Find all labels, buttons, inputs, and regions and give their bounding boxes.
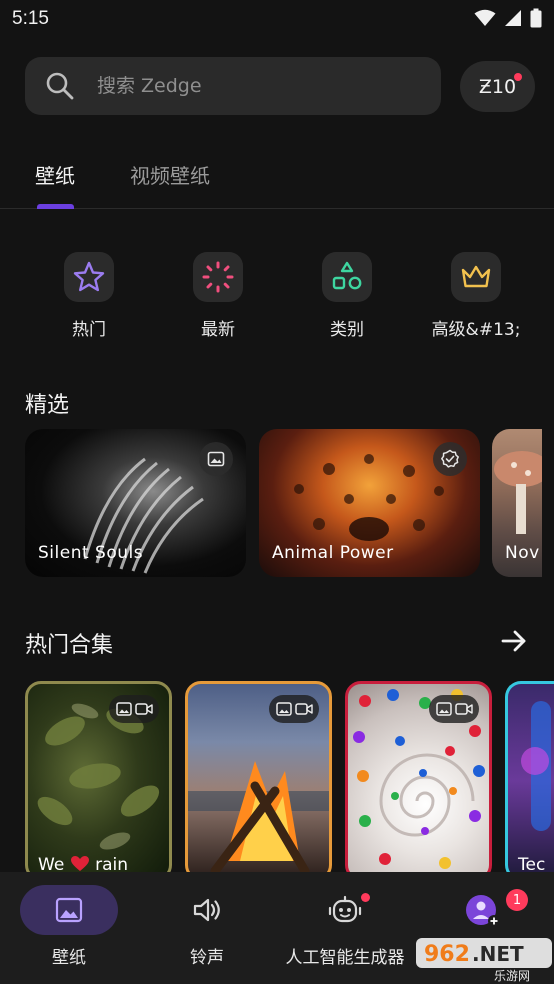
collections-title: 热门合集	[25, 633, 114, 658]
svg-text:乐游网: 乐游网	[494, 969, 530, 982]
image-icon	[115, 702, 132, 716]
image-badge	[199, 442, 233, 476]
svg-text:962: 962	[424, 942, 470, 967]
nav-wallpapers[interactable]: 壁纸	[0, 872, 138, 984]
video-icon	[134, 703, 153, 715]
svg-text:.NET: .NET	[472, 942, 524, 966]
shapes-icon	[332, 261, 362, 290]
battery-icon	[530, 8, 542, 28]
nav-ai-generator[interactable]: 人工智能生成器	[276, 872, 414, 984]
wifi-icon	[474, 9, 496, 26]
wallpaper-icon	[55, 897, 83, 923]
category-label: 热门	[72, 320, 106, 340]
nav-label: 壁纸	[52, 948, 86, 968]
speaker-icon	[193, 898, 220, 922]
featured-card-partial[interactable]: Nov	[492, 429, 542, 577]
featured-card-silent-souls[interactable]: Silent Souls	[25, 429, 246, 577]
watermark-logo: 962 .NET 乐游网	[416, 938, 552, 982]
robot-icon	[328, 895, 362, 923]
image-icon	[435, 702, 452, 716]
count-badge: 1	[506, 889, 528, 911]
video-icon	[294, 703, 313, 715]
tab-indicator	[37, 204, 74, 209]
nav-label: 铃声	[190, 948, 224, 968]
image-icon	[275, 702, 292, 716]
video-badge	[269, 695, 319, 723]
category-label: 高级&#13;	[431, 320, 521, 340]
featured-card-title: Nov	[505, 543, 540, 563]
category-premium[interactable]: 高级&#13;	[421, 252, 531, 340]
tab-bar: 壁纸 视频壁纸	[0, 150, 554, 209]
category-label: 最新	[201, 320, 235, 340]
tab-wallpapers[interactable]: 壁纸	[35, 160, 75, 189]
status-bar: 5:15	[0, 0, 554, 38]
notification-dot	[514, 73, 522, 81]
crown-icon	[461, 265, 491, 288]
featured-title: 精选	[25, 393, 70, 418]
credits-button[interactable]: Ƶ10	[460, 61, 535, 112]
collection-card-partial[interactable]: Tec	[505, 681, 554, 881]
category-label: 类别	[330, 320, 364, 340]
star-icon	[73, 261, 105, 292]
featured-card-title: Animal Power	[272, 543, 394, 563]
verified-icon	[441, 449, 459, 468]
video-icon	[454, 703, 473, 715]
collection-card-rain[interactable]: We rain	[25, 681, 172, 881]
verified-badge	[433, 442, 467, 476]
search-input[interactable]	[97, 69, 427, 103]
arrow-right-icon[interactable]	[500, 627, 528, 655]
search-icon	[46, 72, 74, 100]
collection-card-spiral[interactable]	[345, 681, 492, 881]
notification-dot	[361, 893, 370, 902]
heart-icon	[70, 856, 89, 871]
collection-card-campfire[interactable]	[185, 681, 332, 881]
status-time: 5:15	[12, 8, 49, 29]
category-categories[interactable]: 类别	[292, 252, 402, 340]
featured-card-animal-power[interactable]: Animal Power	[259, 429, 480, 577]
nav-ringtones[interactable]: 铃声	[138, 872, 276, 984]
tab-video-wallpapers[interactable]: 视频壁纸	[130, 160, 210, 189]
featured-card-title: Silent Souls	[38, 543, 144, 563]
profile-icon	[466, 895, 500, 927]
search-bar[interactable]	[25, 57, 441, 115]
category-popular[interactable]: 热门	[34, 252, 144, 340]
artwork	[521, 701, 551, 831]
image-icon	[207, 451, 225, 467]
burst-icon	[202, 261, 234, 293]
video-badge	[429, 695, 479, 723]
signal-icon	[505, 10, 521, 26]
category-newest[interactable]: 最新	[163, 252, 273, 340]
video-badge	[109, 695, 159, 723]
nav-label: 人工智能生成器	[285, 948, 405, 968]
credits-label: Ƶ10	[478, 75, 517, 98]
